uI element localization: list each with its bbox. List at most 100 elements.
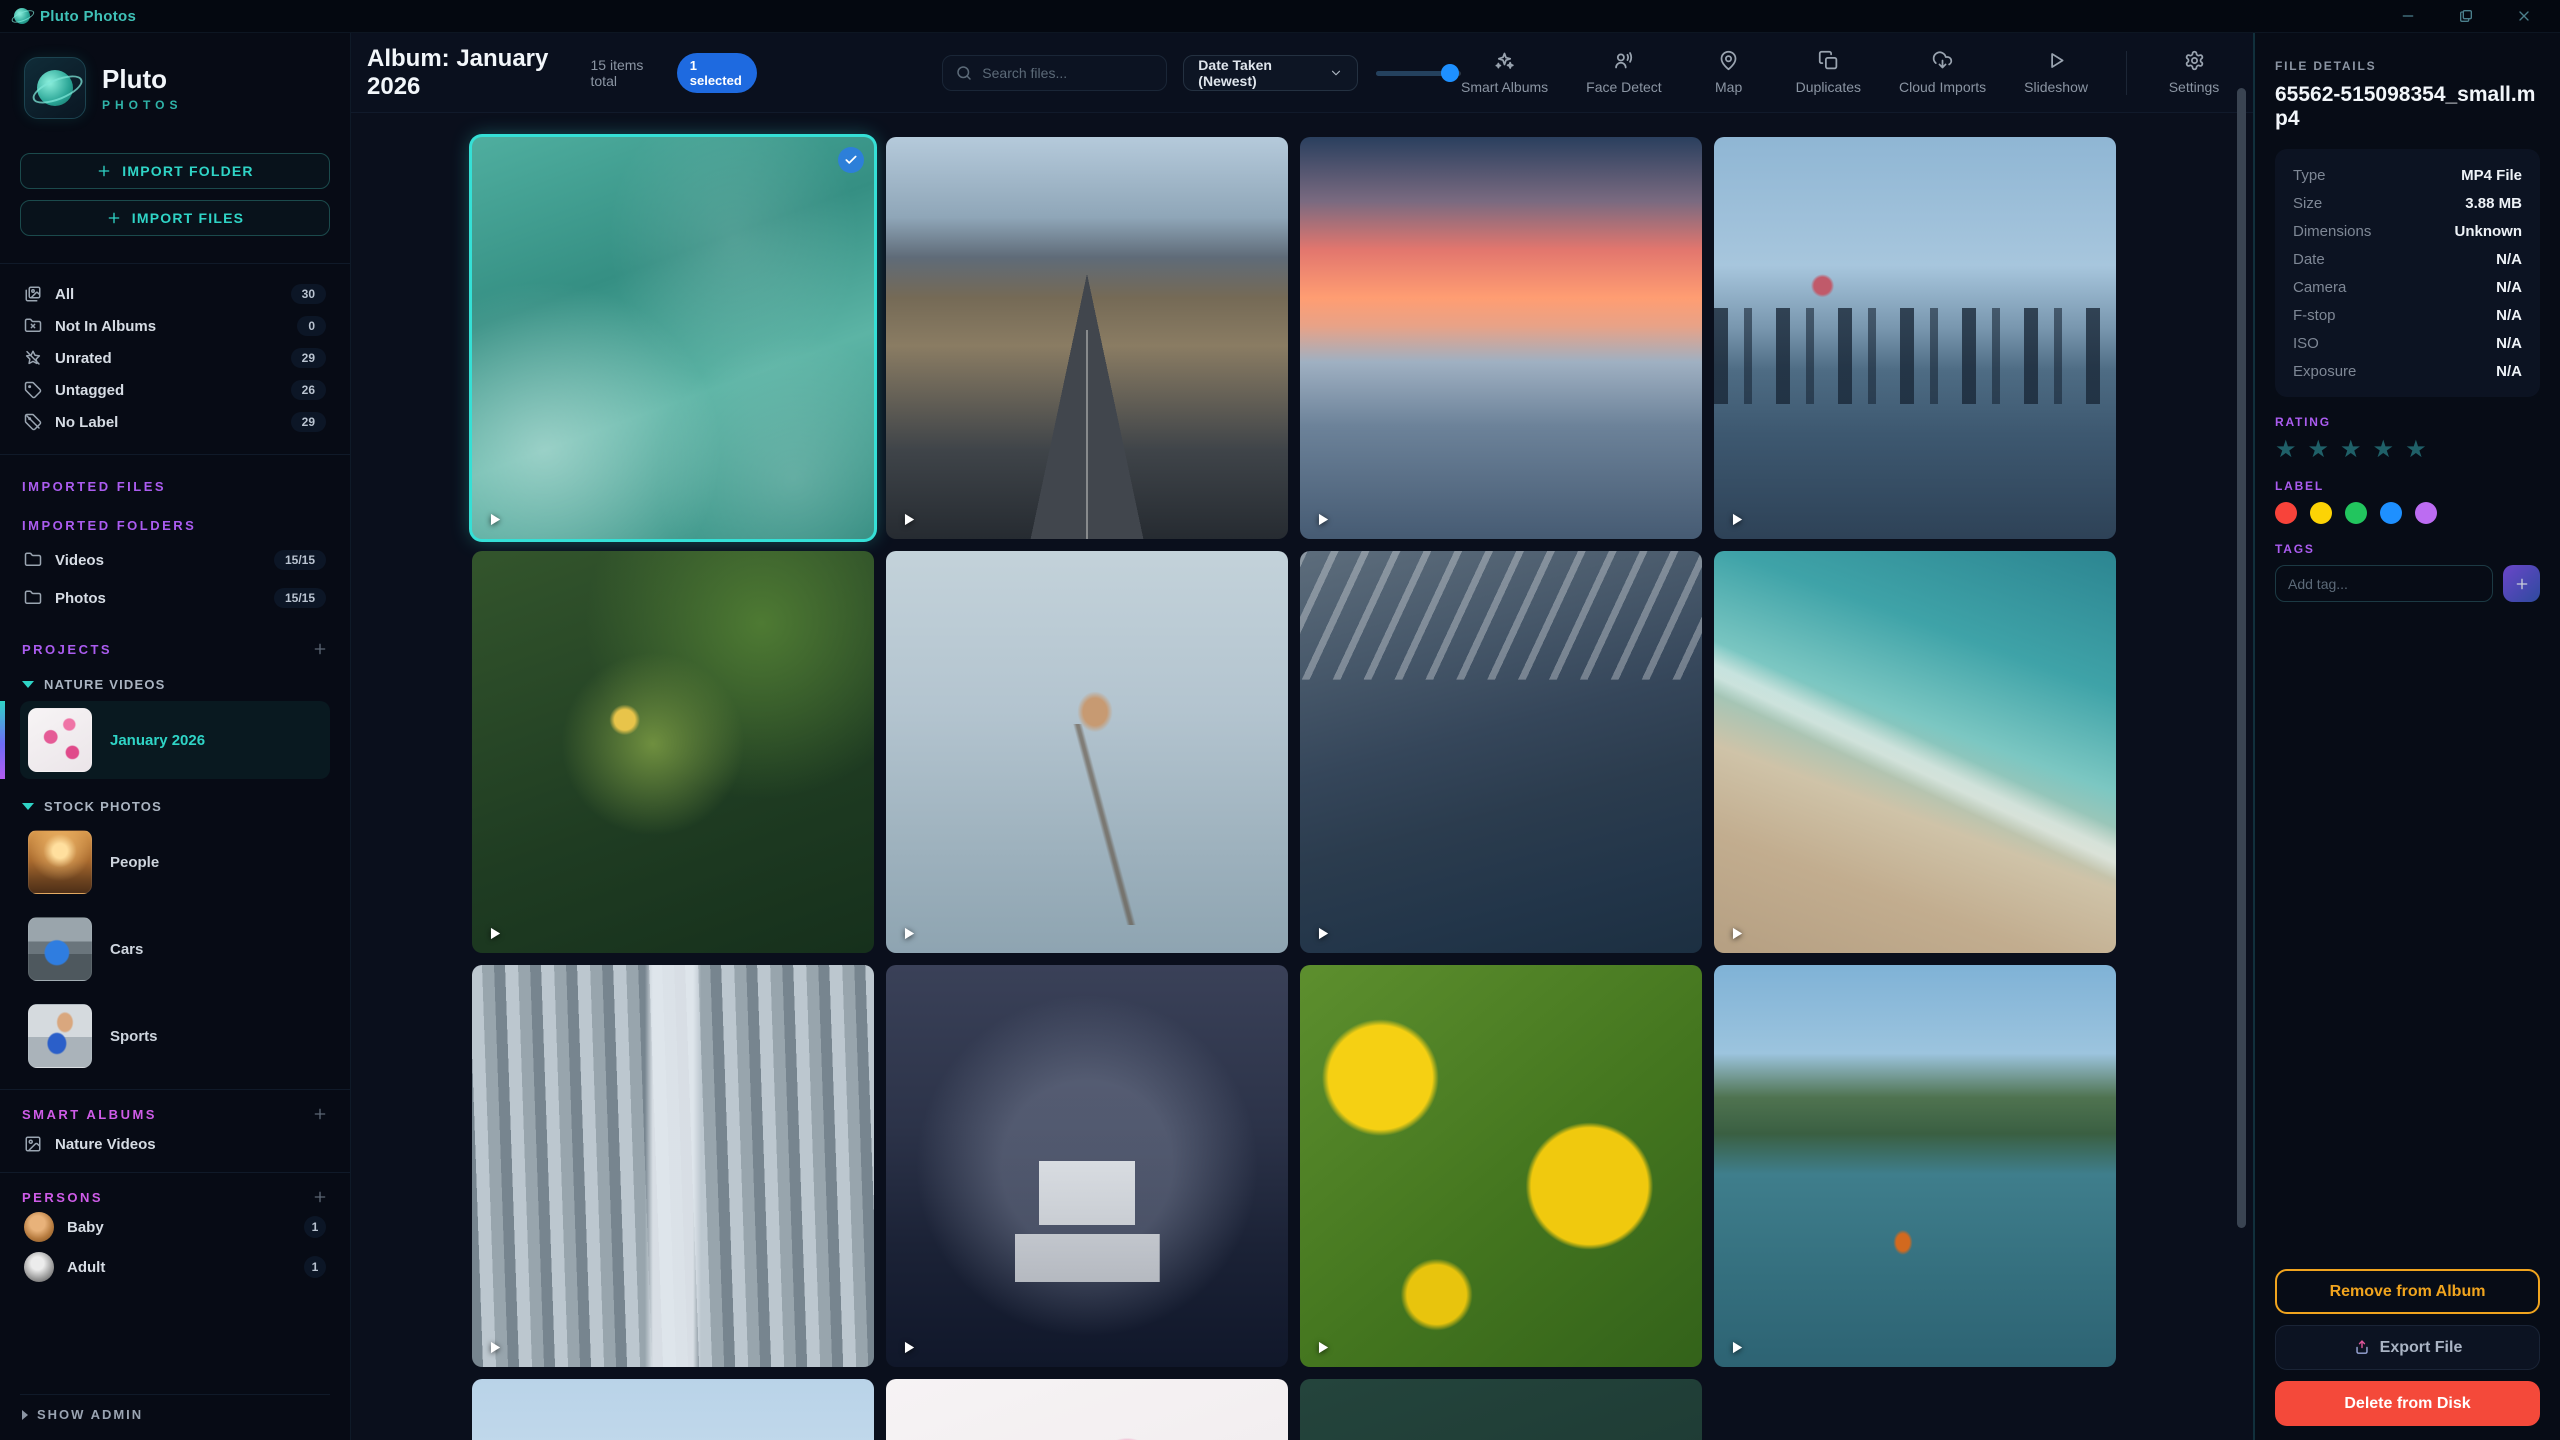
rating-star-4[interactable]: ★ [2373,437,2395,461]
import-files-button[interactable]: IMPORT FILES [20,200,330,236]
filter-list: All30Not In Albums0Unrated29Untagged26No… [20,278,330,438]
toolbar-smart-albums[interactable]: Smart Albums [1461,50,1548,95]
plus-icon [2514,576,2530,592]
label-color-1[interactable] [2275,502,2297,524]
label-color-5[interactable] [2415,502,2437,524]
label-color-4[interactable] [2380,502,2402,524]
sidebar-filter-not-in-albums[interactable]: Not In Albums0 [20,310,330,342]
rating-star-3[interactable]: ★ [2340,437,2362,461]
selected-count-badge: 1 selected [677,53,758,93]
rating-header: RATING [2275,415,2540,429]
count-badge: 29 [291,348,326,368]
main-area: Album: January 2026 15 items total 1 sel… [351,33,2253,1440]
toolbar-label: Duplicates [1796,79,1861,95]
minimize-button[interactable] [2400,8,2416,24]
grid-item-sunset-above-clouds[interactable] [1300,137,1702,539]
maximize-button[interactable] [2458,8,2474,24]
label-color-2[interactable] [2310,502,2332,524]
sidebar-filter-no-label[interactable]: No Label29 [20,406,330,438]
project-item-sports[interactable]: Sports [20,997,330,1075]
export-file-button[interactable]: Export File [2275,1325,2540,1370]
add-smart-album-button[interactable] [312,1106,328,1122]
metadata-label: Exposure [2293,363,2496,380]
add-tag-button[interactable] [2503,565,2540,602]
vertical-scrollbar[interactable] [2237,88,2246,1228]
imported-folder-photos[interactable]: Photos15/15 [20,579,330,617]
project-item-label: People [110,854,159,871]
person-adult[interactable]: Adult1 [20,1247,330,1287]
project-group-nature-videos[interactable]: NATURE VIDEOS [20,677,330,692]
delete-from-disk-button[interactable]: Delete from Disk [2275,1381,2540,1426]
add-project-button[interactable] [312,641,328,657]
metadata-value: Unknown [2455,223,2523,240]
avatar [24,1212,54,1242]
project-group-label: STOCK PHOTOS [44,799,162,814]
show-admin-toggle[interactable]: SHOW ADMIN [20,1394,330,1428]
metadata-value: N/A [2496,279,2522,296]
search-input[interactable] [982,65,1154,81]
imported-files-header: IMPORTED FILES [20,479,330,494]
grid-item-bird-on-branch[interactable] [886,551,1288,953]
grid-item-pink-blossoms[interactable] [886,1379,1288,1440]
grid-item-dark-green-water[interactable] [1300,1379,1702,1440]
toolbar-settings[interactable]: Settings [2165,50,2223,95]
thumbnail-size-slider[interactable] [1376,63,1461,83]
grid-item-lake-with-boat[interactable] [1714,965,2116,1367]
toolbar-cloud-imports[interactable]: Cloud Imports [1899,50,1986,95]
metadata-value: N/A [2496,307,2522,324]
remove-from-album-button[interactable]: Remove from Album [2275,1269,2540,1314]
toolbar-label: Settings [2169,79,2220,95]
count-badge: 1 [304,1256,326,1278]
toolbar-face-detect[interactable]: Face Detect [1586,50,1661,95]
grid-item-mountain-lake-aerial[interactable] [1300,551,1702,953]
project-item-january-2026[interactable]: January 2026 [20,701,330,779]
add-tag-input[interactable] [2275,565,2493,602]
toolbar-label: Map [1715,79,1742,95]
grid-item-hornbill-in-tree[interactable] [472,551,874,953]
grid-item-shanghai-skyline[interactable] [1714,137,2116,539]
sort-select[interactable]: Date Taken (Newest) [1183,55,1358,91]
copy-icon [1818,50,1839,71]
label-color-3[interactable] [2345,502,2367,524]
grid-item-teal-ocean-waves[interactable] [472,137,874,539]
rating-star-2[interactable]: ★ [2308,437,2330,461]
sidebar-filter-untagged[interactable]: Untagged26 [20,374,330,406]
project-thumbnail [28,1004,92,1068]
project-group-stock-photos[interactable]: STOCK PHOTOS [20,799,330,814]
photo-grid [472,137,2132,1440]
slider-thumb[interactable] [1441,64,1459,82]
grid-item-beach-aerial[interactable] [1714,551,2116,953]
grid-item-castle-at-night[interactable] [886,965,1288,1367]
divider [0,263,350,264]
sidebar-filter-unrated[interactable]: Unrated29 [20,342,330,374]
grid-item-sky-clouds[interactable] [472,1379,874,1440]
rating-star-5[interactable]: ★ [2405,437,2427,461]
logo-name: Pluto [102,64,182,95]
toolbar-slideshow[interactable]: Slideshow [2024,50,2088,95]
person-baby[interactable]: Baby1 [20,1207,330,1247]
project-item-people[interactable]: People [20,823,330,901]
toolbar-duplicates[interactable]: Duplicates [1796,50,1861,95]
grid-item-road-to-mountains[interactable] [886,137,1288,539]
chevron-down-icon [1329,65,1343,81]
play-icon [486,511,503,528]
map-pin-icon [1718,50,1739,71]
smart-album-nature-videos[interactable]: Nature Videos [20,1126,330,1162]
toolbar-label: Slideshow [2024,79,2088,95]
gear-icon [2184,50,2205,71]
smart-album-list: Nature Videos [20,1126,330,1162]
imported-folder-videos[interactable]: Videos15/15 [20,541,330,579]
selected-check-icon[interactable] [838,147,864,173]
close-button[interactable] [2516,8,2532,24]
toolbar-map[interactable]: Map [1700,50,1758,95]
add-person-button[interactable] [312,1189,328,1205]
project-item-cars[interactable]: Cars [20,910,330,988]
rating-star-1[interactable]: ★ [2275,437,2297,461]
grid-item-yellow-flowers[interactable] [1300,965,1702,1367]
metadata-label: ISO [2293,335,2496,352]
import-folder-button[interactable]: IMPORT FOLDER [20,153,330,189]
grid-item-snowy-forest-road[interactable] [472,965,874,1367]
sidebar-filter-all[interactable]: All30 [20,278,330,310]
import-folder-label: IMPORT FOLDER [122,163,253,179]
photo-grid-viewport [351,113,2253,1440]
